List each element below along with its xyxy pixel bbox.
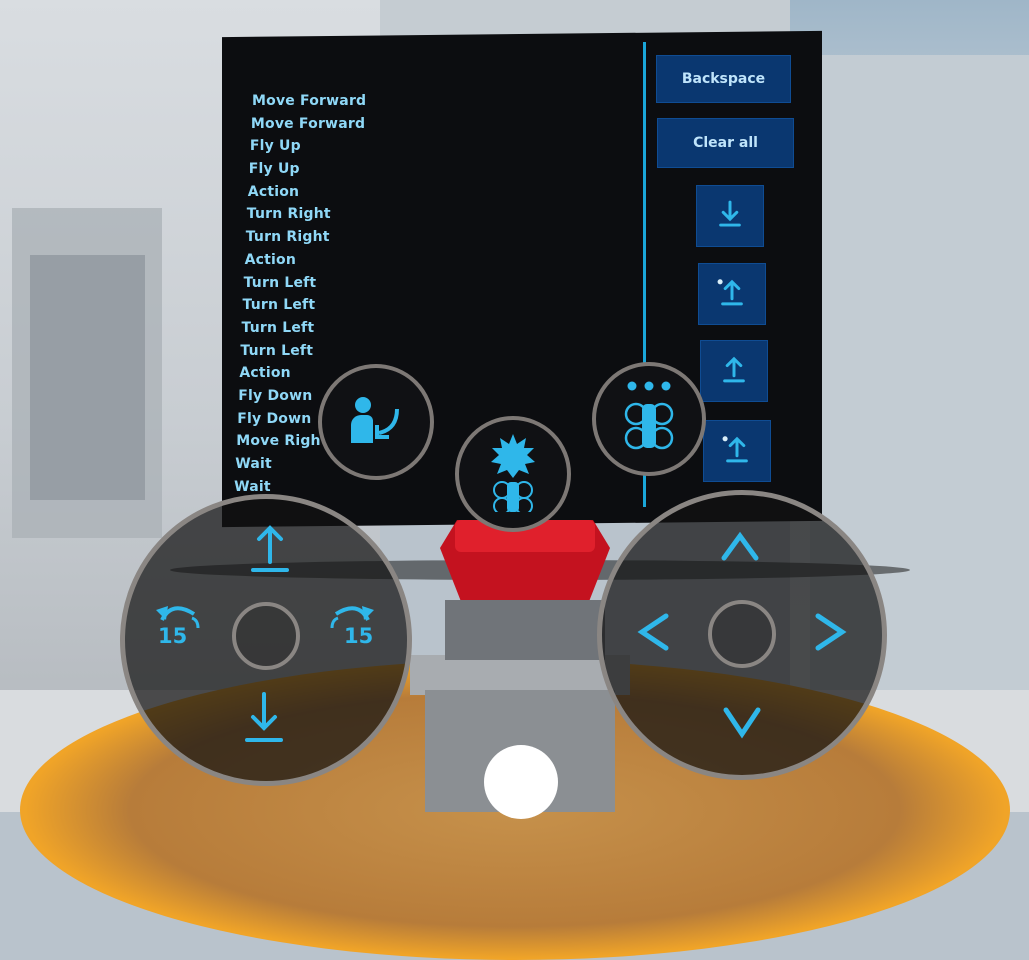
- move-left-control[interactable]: [634, 612, 674, 656]
- palette-action-fly-up-button[interactable]: [698, 263, 766, 325]
- palette-action-fly-up-button-2[interactable]: [703, 420, 771, 482]
- left-joystick-knob[interactable]: [232, 602, 300, 670]
- command-list-item: Move Forward: [250, 115, 366, 132]
- drone-action-icon: [478, 432, 548, 516]
- light-orb: [484, 745, 558, 819]
- chevron-right-icon: [812, 610, 848, 658]
- drone-wait-icon: [614, 378, 684, 460]
- action-fly-up-icon: [720, 432, 754, 470]
- palette-fly-down-button[interactable]: [696, 185, 764, 247]
- fly-up-control[interactable]: [246, 524, 294, 578]
- command-list-item: Turn Left: [240, 342, 314, 359]
- command-list-item: Turn Right: [246, 206, 331, 223]
- palette-fly-up-button[interactable]: [700, 340, 768, 402]
- command-list-item: Turn Left: [243, 274, 317, 291]
- right-joystick-knob[interactable]: [708, 600, 776, 668]
- command-list-item: Turn Left: [241, 319, 315, 336]
- action-person-turn-icon: [341, 385, 411, 459]
- turn-left-degrees: 15: [158, 624, 188, 648]
- move-forward-control[interactable]: [718, 528, 762, 568]
- backspace-button[interactable]: Backspace: [656, 55, 791, 103]
- chevron-down-icon: [720, 704, 764, 744]
- command-list-item: Turn Left: [242, 297, 316, 314]
- fly-down-icon: [242, 690, 286, 750]
- drone-base: [445, 600, 605, 660]
- command-list-item: Move Forward: [252, 93, 367, 109]
- background-sign-inner: [30, 255, 145, 500]
- fly-down-control[interactable]: [240, 692, 288, 748]
- drone-action-button[interactable]: [455, 416, 571, 532]
- move-backward-control[interactable]: [720, 704, 764, 744]
- turn-right-degrees: 15: [344, 624, 374, 648]
- drone-wait-button[interactable]: [592, 362, 706, 476]
- command-list-item: Fly Up: [248, 161, 300, 178]
- move-right-control[interactable]: [810, 612, 850, 656]
- command-list-item: Action: [244, 251, 297, 268]
- chevron-left-icon: [636, 610, 672, 658]
- turn-person-action-button[interactable]: [318, 364, 434, 480]
- command-list-item: Turn Right: [245, 229, 330, 246]
- action-fly-up-icon: [715, 275, 749, 313]
- pedestal-top: [410, 655, 630, 695]
- command-list-item: Action: [247, 183, 300, 200]
- chevron-up-icon: [718, 528, 762, 568]
- fly-up-icon: [717, 352, 751, 390]
- clear-all-button[interactable]: Clear all: [657, 118, 794, 168]
- fly-up-icon: [248, 522, 292, 580]
- fly-down-icon: [713, 197, 747, 235]
- command-list-item: Fly Up: [249, 138, 301, 155]
